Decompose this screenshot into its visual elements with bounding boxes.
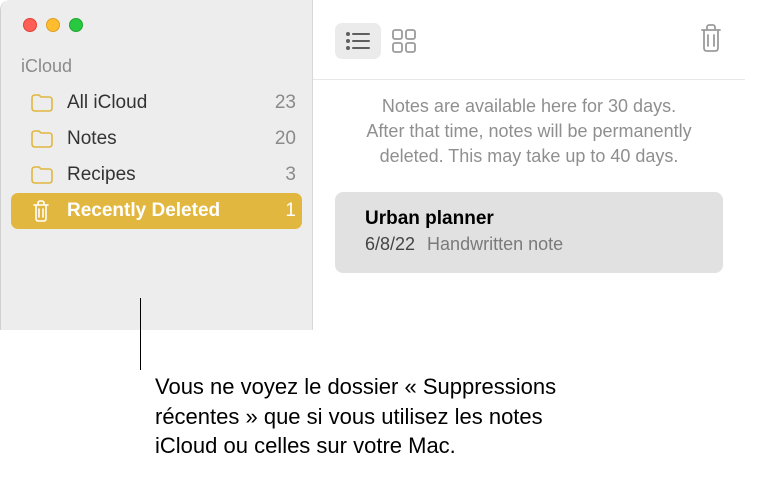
info-message: Notes are available here for 30 days. Af… xyxy=(313,80,745,188)
sidebar-item-notes[interactable]: Notes 20 xyxy=(1,121,312,157)
folder-icon xyxy=(31,166,55,184)
sidebar-item-label: Recipes xyxy=(67,164,285,186)
sidebar-item-count: 3 xyxy=(285,164,296,186)
note-subtitle: Handwritten note xyxy=(427,234,563,254)
sidebar-item-all-icloud[interactable]: All iCloud 23 xyxy=(1,85,312,121)
sidebar-item-count: 1 xyxy=(285,200,296,222)
sidebar-section-label: iCloud xyxy=(1,52,312,85)
sidebar-item-recently-deleted[interactable]: Recently Deleted 1 xyxy=(11,193,302,229)
callout-text: Vous ne voyez le dossier « Suppressions … xyxy=(155,330,575,461)
minimize-button[interactable] xyxy=(46,18,60,32)
grid-view-button[interactable] xyxy=(381,23,427,59)
sidebar-item-count: 20 xyxy=(275,128,296,150)
delete-button[interactable] xyxy=(699,24,723,57)
window-frame: iCloud All iCloud 23 Notes 20 Recipes 3 xyxy=(0,0,745,330)
toolbar xyxy=(313,0,745,80)
list-view-button[interactable] xyxy=(335,23,381,59)
info-line: After that time, notes will be permanent… xyxy=(349,119,709,144)
view-mode-group xyxy=(335,23,427,59)
main-pane: Notes are available here for 30 days. Af… xyxy=(313,0,745,330)
sidebar-item-label: Recently Deleted xyxy=(67,200,285,222)
callout: Vous ne voyez le dossier « Suppressions … xyxy=(155,330,575,461)
sidebar-item-label: Notes xyxy=(67,128,275,150)
note-title: Urban planner xyxy=(365,208,693,230)
folder-icon xyxy=(31,130,55,148)
sidebar-item-recipes[interactable]: Recipes 3 xyxy=(1,157,312,193)
info-line: deleted. This may take up to 40 days. xyxy=(349,144,709,169)
info-line: Notes are available here for 30 days. xyxy=(349,94,709,119)
folder-icon xyxy=(31,94,55,112)
callout-leader-line xyxy=(140,298,141,370)
sidebar-item-count: 23 xyxy=(275,92,296,114)
close-button[interactable] xyxy=(23,18,37,32)
note-meta: 6/8/22 Handwritten note xyxy=(365,234,693,255)
note-item[interactable]: Urban planner 6/8/22 Handwritten note xyxy=(335,192,723,273)
note-date: 6/8/22 xyxy=(365,234,415,254)
window-controls xyxy=(1,10,312,52)
sidebar-item-label: All iCloud xyxy=(67,92,275,114)
trash-icon xyxy=(31,200,55,222)
maximize-button[interactable] xyxy=(69,18,83,32)
sidebar: iCloud All iCloud 23 Notes 20 Recipes 3 xyxy=(1,0,313,330)
